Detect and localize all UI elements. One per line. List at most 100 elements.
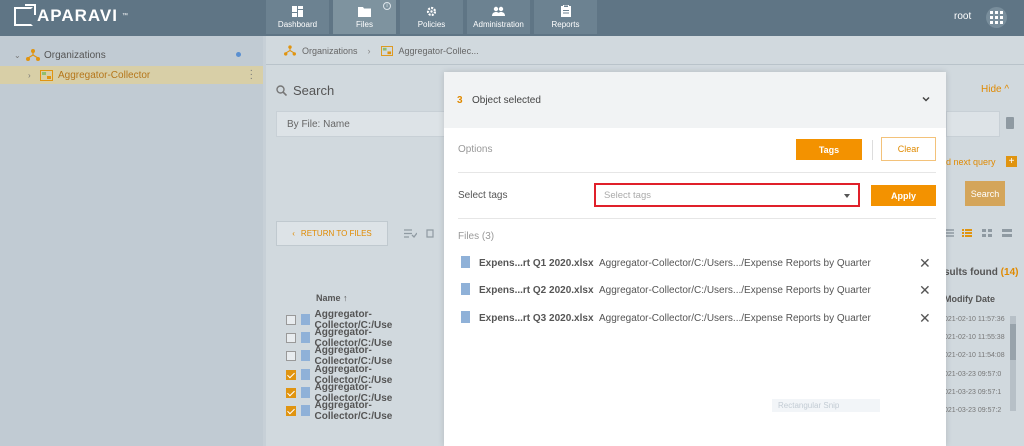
file-path: Aggregator-Collector/C:/Users.../Expense… bbox=[599, 313, 871, 324]
hide-search-link[interactable]: Hide ^ bbox=[981, 84, 1009, 95]
snip-tool-ghost: Rectangular Snip bbox=[772, 399, 880, 412]
nav-dashboard[interactable]: Dashboard bbox=[266, 0, 329, 34]
breadcrumb-organizations[interactable]: Organizations bbox=[302, 46, 358, 56]
apply-button[interactable]: Apply bbox=[871, 185, 936, 206]
row-name: Aggregator-Collector/C:/Use bbox=[314, 399, 393, 422]
query-value-input[interactable] bbox=[946, 111, 1000, 137]
logo-icon bbox=[14, 3, 36, 26]
row-checkbox[interactable] bbox=[286, 332, 296, 343]
nav-reports[interactable]: Reports bbox=[534, 0, 597, 34]
selected-count: 3 bbox=[457, 95, 463, 106]
file-icon bbox=[461, 256, 470, 268]
table-row[interactable]: Aggregator-Collector/C:/Use bbox=[286, 364, 446, 386]
row-checkbox[interactable] bbox=[286, 350, 296, 361]
nav-files-label: Files bbox=[356, 19, 373, 29]
chevron-down-icon[interactable] bbox=[920, 93, 932, 105]
user-name[interactable]: root bbox=[954, 11, 971, 22]
aparavi-logo[interactable]: APARAVI ™ bbox=[14, 3, 129, 26]
column-header-name[interactable]: Name ↑ bbox=[316, 293, 348, 303]
nav-policies-label: Policies bbox=[417, 19, 446, 29]
detail-view-icon[interactable] bbox=[962, 229, 972, 237]
table-row[interactable]: Aggregator-Collector/C:/Use bbox=[286, 382, 446, 404]
file-icon bbox=[300, 387, 310, 398]
panel-header[interactable]: 3 Object selected bbox=[444, 72, 946, 128]
file-path: Aggregator-Collector/C:/Users.../Expense… bbox=[599, 285, 871, 296]
nav-administration-label: Administration bbox=[473, 19, 524, 29]
scrollbar-thumb[interactable] bbox=[1010, 324, 1016, 360]
breadcrumb-separator: › bbox=[367, 45, 371, 56]
gear-icon bbox=[425, 6, 438, 17]
row-checkbox[interactable] bbox=[286, 314, 296, 325]
column-header-modify-date[interactable]: Modify Date bbox=[944, 294, 995, 304]
remove-file-icon[interactable]: ✕ bbox=[919, 310, 931, 327]
search-icon bbox=[276, 85, 287, 96]
row-date: 021-03-23 09:57:2 bbox=[944, 407, 1002, 414]
sort-asc-icon: ↑ bbox=[343, 293, 348, 303]
collector-icon bbox=[380, 45, 393, 56]
table-row[interactable]: Aggregator-Collector/C:/Use bbox=[286, 309, 446, 331]
tag-icon[interactable] bbox=[426, 229, 440, 238]
select-list-icon[interactable] bbox=[404, 229, 418, 238]
file-name: Expens...rt Q1 2020.xlsx bbox=[479, 258, 594, 269]
caret-down-icon bbox=[844, 194, 850, 198]
row-date: 021-03-23 09:57:1 bbox=[944, 389, 1002, 396]
add-next-query-link[interactable]: d next query bbox=[946, 157, 996, 167]
hide-label: Hide bbox=[981, 84, 1002, 95]
selected-file-row: Expens...rt Q2 2020.xlsx Aggregator-Coll… bbox=[461, 282, 936, 299]
search-button[interactable]: Search bbox=[965, 181, 1005, 206]
search-title: Search bbox=[293, 83, 335, 98]
query-input[interactable]: By File: Name bbox=[276, 111, 451, 137]
row-checkbox-checked[interactable] bbox=[286, 387, 296, 398]
users-icon bbox=[492, 6, 505, 17]
row-checkbox-checked[interactable] bbox=[286, 405, 296, 416]
table-row[interactable]: Aggregator-Collector/C:/Use bbox=[286, 327, 446, 349]
dashboard-icon bbox=[291, 5, 304, 17]
select-tags-label: Select tags bbox=[458, 190, 508, 201]
nav-files[interactable]: i Files bbox=[333, 0, 396, 34]
brand-mark: ™ bbox=[122, 13, 129, 19]
status-dot bbox=[236, 52, 241, 57]
tag-objects-panel: 3 Object selected Options Tags Clear Sel… bbox=[444, 72, 946, 446]
plus-icon[interactable]: + bbox=[1006, 156, 1017, 167]
apps-grid-icon[interactable] bbox=[986, 7, 1007, 28]
file-icon bbox=[300, 332, 310, 343]
return-to-files-button[interactable]: ‹ RETURN TO FILES bbox=[276, 221, 388, 246]
grid-view-icon[interactable] bbox=[982, 229, 992, 237]
organization-icon bbox=[284, 45, 296, 56]
info-icon[interactable]: i bbox=[383, 2, 391, 10]
top-bar: APARAVI ™ Dashboard i Files Policies Adm… bbox=[0, 0, 1024, 36]
results-found: sults found (14) bbox=[944, 267, 1018, 278]
clear-button[interactable]: Clear bbox=[881, 137, 936, 161]
more-options-icon[interactable]: · · · bbox=[250, 66, 253, 84]
select-tags-dropdown[interactable]: Select tags bbox=[594, 183, 860, 207]
options-label: Options bbox=[458, 144, 493, 155]
table-row[interactable]: Aggregator-Collector/C:/Use bbox=[286, 400, 446, 422]
select-tags-placeholder: Select tags bbox=[604, 190, 651, 201]
nav-administration[interactable]: Administration bbox=[467, 0, 530, 34]
trash-icon[interactable] bbox=[1006, 117, 1014, 129]
file-icon bbox=[461, 311, 470, 323]
tree-item-aggregator-collector[interactable]: › Aggregator-Collector · · · bbox=[0, 66, 263, 84]
brand-name: APARAVI bbox=[37, 6, 118, 25]
selected-file-row: Expens...rt Q3 2020.xlsx Aggregator-Coll… bbox=[461, 310, 936, 327]
nav-reports-label: Reports bbox=[551, 19, 580, 29]
remove-file-icon[interactable]: ✕ bbox=[919, 282, 931, 299]
tags-button[interactable]: Tags bbox=[796, 139, 862, 160]
results-count: (14) bbox=[1000, 267, 1019, 278]
file-icon bbox=[300, 369, 310, 380]
row-date: 021-02-10 11:54:08 bbox=[944, 352, 1005, 359]
breadcrumb-current[interactable]: Aggregator-Collec... bbox=[399, 46, 479, 56]
tree-item-organizations[interactable]: ⌄ Organizations bbox=[0, 46, 263, 64]
remove-file-icon[interactable]: ✕ bbox=[919, 255, 931, 272]
row-checkbox-checked[interactable] bbox=[286, 369, 296, 380]
tree-item-label: Aggregator-Collector bbox=[58, 69, 151, 81]
chevron-right-icon[interactable]: › bbox=[28, 71, 36, 80]
tile-view-icon[interactable] bbox=[1002, 229, 1012, 237]
results-found-label: sults found bbox=[944, 267, 998, 278]
table-row[interactable]: Aggregator-Collector/C:/Use bbox=[286, 345, 446, 367]
main-nav: Dashboard i Files Policies Administratio… bbox=[266, 0, 597, 34]
file-icon bbox=[300, 314, 310, 325]
selected-file-row: Expens...rt Q1 2020.xlsx Aggregator-Coll… bbox=[461, 255, 936, 272]
chevron-down-icon[interactable]: ⌄ bbox=[14, 51, 22, 60]
nav-policies[interactable]: Policies bbox=[400, 0, 463, 34]
